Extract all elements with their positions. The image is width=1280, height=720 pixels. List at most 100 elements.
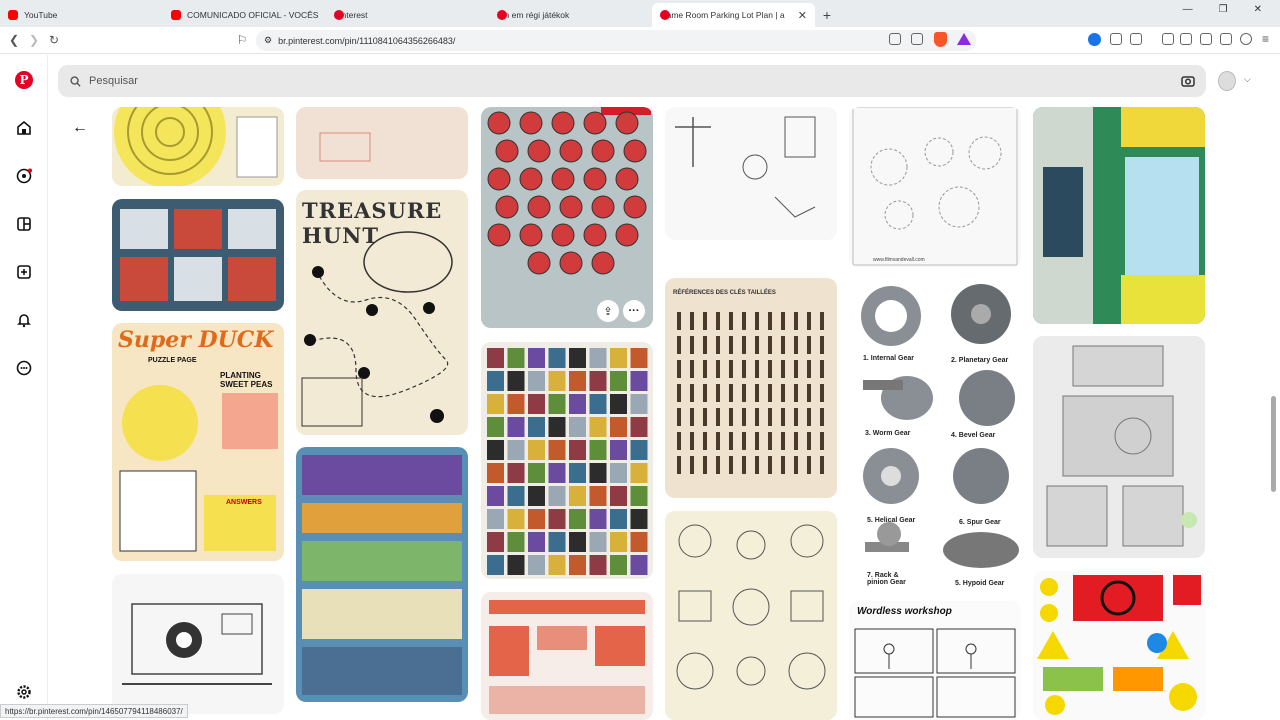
- scrollbar[interactable]: [1271, 396, 1276, 492]
- pin-green-panel[interactable]: [1033, 107, 1205, 324]
- key-shape: [716, 384, 720, 402]
- brave-shield-icon[interactable]: [934, 32, 947, 47]
- stamp-tile: [507, 486, 525, 506]
- pin-envelope[interactable]: [296, 107, 468, 179]
- key-shape: [716, 336, 720, 354]
- pin-wordless-workshop[interactable]: Wordless workshop: [849, 601, 1021, 720]
- key-shape: [755, 384, 759, 402]
- home-icon[interactable]: [14, 118, 34, 138]
- pin-red-dots[interactable]: ⇪ ···: [481, 107, 653, 328]
- pin-super-duck[interactable]: Super DUCK PUZZLE PAGE PLANTING SWEET PE…: [112, 323, 284, 561]
- stamp-tile: [569, 509, 586, 529]
- camera-search-icon[interactable]: [1180, 73, 1196, 89]
- stamp-tile: [610, 371, 627, 391]
- pin-pipes-machine[interactable]: [1033, 336, 1205, 558]
- tab-pin-regi[interactable]: Pin em régi játékok: [489, 3, 652, 27]
- stamp-tile: [487, 463, 504, 483]
- pin-machine-line[interactable]: [112, 574, 284, 714]
- reader-icon[interactable]: [1130, 33, 1142, 45]
- key-shape: [716, 312, 720, 330]
- tab-youtube[interactable]: YouTube: [0, 3, 163, 27]
- messages-icon[interactable]: [14, 358, 34, 378]
- leo-icon[interactable]: [1220, 33, 1232, 45]
- gear-label: 1. Internal Gear: [863, 355, 914, 362]
- tab-game-room[interactable]: Game Room Parking Lot Plan | a ✕: [652, 3, 815, 27]
- key-shape: [703, 456, 707, 474]
- key-shape: [781, 432, 785, 450]
- extension-icon[interactable]: [1088, 33, 1101, 46]
- share-icon[interactable]: ⇪: [597, 300, 619, 322]
- pinterest-logo-icon[interactable]: P: [15, 71, 33, 89]
- pin-hazard-stickers[interactable]: [1033, 571, 1205, 720]
- tab-pinterest[interactable]: Pinterest: [326, 3, 489, 27]
- search-input[interactable]: Pesquisar: [89, 75, 138, 87]
- key-shape: [755, 432, 759, 450]
- rewards-icon[interactable]: [957, 33, 971, 45]
- close-window-icon[interactable]: ✕: [1254, 4, 1262, 15]
- pin-scale-drawing[interactable]: [665, 107, 837, 240]
- key-shape: [690, 312, 694, 330]
- create-icon[interactable]: [14, 262, 34, 282]
- pin-maze[interactable]: [112, 107, 284, 186]
- pin-keys[interactable]: RÉFÉRENCES DES CLÉS TAILLÉES: [665, 278, 837, 498]
- settings-gear-icon[interactable]: [14, 682, 34, 702]
- stamp-tile: [569, 417, 586, 437]
- url-field[interactable]: ⚙ br.pinterest.com/pin/11108410643562664…: [256, 30, 976, 51]
- screen-cast-icon[interactable]: [889, 33, 901, 45]
- key-shape: [742, 336, 746, 354]
- key-shape: [820, 360, 824, 378]
- stamp-tile: [610, 486, 627, 506]
- pin-game-pieces[interactable]: [296, 447, 468, 702]
- stamp-tile: [630, 371, 648, 391]
- sidebar-icon[interactable]: [1180, 33, 1192, 45]
- pin-image: [487, 348, 648, 575]
- tab-comunicado[interactable]: COMUNICADO OFICIAL - VOCÊS: [163, 3, 326, 27]
- search-bar[interactable]: Pesquisar: [58, 65, 1206, 97]
- site-settings-icon[interactable]: ⚙: [264, 35, 272, 46]
- stamp-tile: [610, 509, 627, 529]
- back-nav-icon[interactable]: ❮: [4, 30, 24, 50]
- minimize-icon[interactable]: —: [1183, 4, 1193, 15]
- key-shape: [742, 360, 746, 378]
- music-icon[interactable]: [1162, 33, 1174, 45]
- stamp-tile: [528, 486, 545, 506]
- board-dot: [487, 167, 511, 191]
- restore-icon[interactable]: ❐: [1219, 4, 1228, 15]
- pin-mechanisms[interactable]: [665, 511, 837, 720]
- notifications-bell-icon[interactable]: [14, 310, 34, 330]
- key-shape: [755, 456, 759, 474]
- close-icon[interactable]: ✕: [798, 9, 807, 22]
- explore-icon[interactable]: [14, 166, 34, 186]
- pin-stamps[interactable]: [481, 342, 653, 579]
- stamp-tile: [507, 555, 525, 575]
- boards-icon[interactable]: [14, 214, 34, 234]
- vpn-icon[interactable]: [1240, 33, 1252, 45]
- pin-gear-types[interactable]: 1. Internal Gear 2. Planetary Gear 3. Wo…: [849, 280, 1021, 588]
- gear-label: 5. Hypoid Gear: [955, 580, 1005, 587]
- pin-treasure-hunt[interactable]: TREASURE HUNT: [296, 190, 468, 435]
- pin-red-sheet[interactable]: [481, 592, 653, 720]
- key-shape: [716, 360, 720, 378]
- pin-gear-sheet[interactable]: www.filmvandevall.com: [849, 107, 1021, 267]
- bookmark-icon[interactable]: ⚐: [232, 30, 252, 50]
- back-arrow-icon[interactable]: ←: [70, 118, 90, 138]
- stamp-tile: [487, 509, 504, 529]
- forward-nav-icon[interactable]: ❯: [24, 30, 44, 50]
- pin-image: [302, 455, 462, 695]
- menu-icon[interactable]: ≡: [1262, 32, 1269, 46]
- puzzle-icon[interactable]: [1110, 33, 1122, 45]
- reload-icon[interactable]: ↻: [44, 30, 64, 50]
- board-dot: [591, 139, 615, 163]
- share-icon[interactable]: [911, 33, 923, 45]
- avatar[interactable]: [1218, 71, 1236, 91]
- pin-control-panel[interactable]: [112, 199, 284, 311]
- key-shape: [768, 432, 772, 450]
- wallet-icon[interactable]: [1200, 33, 1212, 45]
- more-options-icon[interactable]: ···: [623, 300, 645, 322]
- new-tab-button[interactable]: +: [815, 3, 839, 27]
- chevron-down-icon[interactable]: ⌵: [1244, 74, 1251, 85]
- key-shape: [781, 408, 785, 426]
- stamp-tile: [507, 532, 525, 552]
- pin-image: [854, 628, 1016, 718]
- key-shape: [820, 408, 824, 426]
